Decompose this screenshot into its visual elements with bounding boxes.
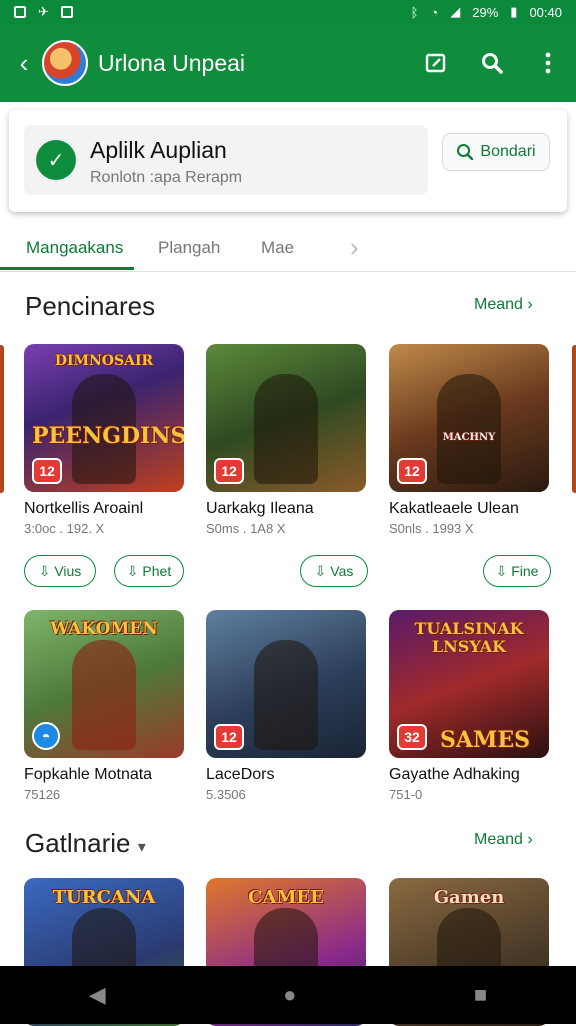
game-title: Nortkellis Aroainl xyxy=(24,500,144,517)
game-thumbnail: WAKOMEN ◓ xyxy=(24,610,184,758)
battery-icon: ▮ xyxy=(510,4,518,19)
action-pill[interactable]: ⇩ Vas xyxy=(300,555,368,587)
game-meta: 3:0oc . 192. X xyxy=(24,521,105,536)
check-icon: ✓ xyxy=(36,140,76,180)
wifi-icon: ◔ xyxy=(430,4,439,20)
game-meta: S0nls . 1993 X xyxy=(389,521,474,536)
game-meta: 5.3506 xyxy=(206,787,246,802)
app-title: Urlona Unpeai xyxy=(98,49,246,76)
game-title: Fopkahle Motnata xyxy=(24,766,153,783)
search-title: Aplilk Auplian xyxy=(90,137,227,163)
nav-home-icon[interactable]: ● xyxy=(283,982,296,1008)
tab-mangaakans[interactable]: Mangaakans xyxy=(26,238,123,258)
battery-percent: 29% xyxy=(472,4,499,20)
game-title: Uarkakg Ileana xyxy=(206,500,314,517)
age-badge: 12 xyxy=(214,724,244,750)
system-nav-bar: ◀ ● ■ xyxy=(0,966,576,1024)
section-title: Gatlnarie ▾ xyxy=(25,828,146,858)
game-card[interactable]: TUALSINAK LNSYAK SAMES 32 Gayathe Adhaki… xyxy=(389,610,549,802)
game-thumbnail: 12 xyxy=(206,610,366,758)
game-title: Kakatleaele Ulean xyxy=(389,500,519,517)
game-thumbnail: MACHNY 12 xyxy=(389,344,549,492)
tab-bar: Mangaakans Plangah Mae › xyxy=(0,222,576,272)
bluetooth-icon: ᛒ xyxy=(410,4,419,20)
search-icon[interactable] xyxy=(464,35,520,91)
search-placeholder: Ronlotn :apa Rerapm xyxy=(90,169,243,186)
download-icon: ⇩ xyxy=(314,562,331,579)
game-meta: 751-0 xyxy=(389,787,423,802)
signal-icon: ◢ xyxy=(450,4,461,19)
notification-icon xyxy=(14,6,26,18)
age-badge: 12 xyxy=(397,458,427,484)
age-badge: 12 xyxy=(32,458,62,484)
game-card[interactable]: DIMNOSAIR PEENGDINS 12 Nortkellis Aroain… xyxy=(24,344,184,536)
action-pill[interactable]: ⇩ Phet xyxy=(114,555,184,587)
search-field[interactable]: ✓ Aplilk Auplian Ronlotn :apa Rerapm xyxy=(24,125,428,195)
game-card[interactable]: WAKOMEN ◓ Fopkahle Motnata 75126 xyxy=(24,610,184,802)
scroll-edge-card xyxy=(0,345,4,493)
search-card: ✓ Aplilk Auplian Ronlotn :apa Rerapm Bon… xyxy=(9,110,567,212)
edit-icon[interactable] xyxy=(408,35,464,91)
dropdown-icon[interactable]: ▾ xyxy=(138,839,146,856)
age-badge: 32 xyxy=(397,724,427,750)
game-meta: 75126 xyxy=(24,787,61,802)
more-vert-icon[interactable] xyxy=(520,35,576,91)
app-logo xyxy=(42,40,88,86)
download-icon: ⇩ xyxy=(38,562,55,579)
action-pill[interactable]: ⇩ Vius xyxy=(24,555,96,587)
nav-back-icon[interactable]: ◀ xyxy=(89,982,106,1008)
shield-icon: ◓ xyxy=(32,722,60,750)
game-title: LaceDors xyxy=(206,766,275,783)
section-more-link[interactable]: Meand › xyxy=(474,831,533,849)
game-card[interactable]: 12 Uarkakg Ileana S0ms . 1A8 X xyxy=(206,344,366,536)
game-title: Gayathe Adhaking xyxy=(389,766,520,783)
tab-indicator xyxy=(0,267,134,270)
search-button[interactable]: Bondari xyxy=(442,133,550,171)
status-time: 00:40 xyxy=(529,4,562,20)
search-icon xyxy=(457,144,474,161)
download-icon: ⇩ xyxy=(126,562,143,579)
back-icon[interactable]: ‹ xyxy=(6,48,42,79)
game-thumbnail: 12 xyxy=(206,344,366,492)
app-bar: ‹ Urlona Unpeai xyxy=(0,24,576,102)
scroll-edge-card xyxy=(572,345,576,493)
game-thumbnail: DIMNOSAIR PEENGDINS 12 xyxy=(24,344,184,492)
wind-icon: ✈ xyxy=(38,4,49,19)
chevron-right-icon[interactable]: › xyxy=(350,232,359,263)
nav-recents-icon[interactable]: ■ xyxy=(474,982,487,1008)
game-card[interactable]: MACHNY 12 Kakatleaele Ulean S0nls . 1993… xyxy=(389,344,549,536)
search-button-label: Bondari xyxy=(480,143,536,160)
screenshot-icon xyxy=(60,6,73,18)
tab-mae[interactable]: Mae xyxy=(261,238,294,258)
game-meta: S0ms . 1A8 X xyxy=(206,521,286,536)
download-icon: ⇩ xyxy=(495,562,512,579)
game-card[interactable]: 12 LaceDors 5.3506 xyxy=(206,610,366,802)
section-title: Pencinares xyxy=(25,291,156,321)
tab-plangah[interactable]: Plangah xyxy=(158,238,220,258)
game-thumbnail: TUALSINAK LNSYAK SAMES 32 xyxy=(389,610,549,758)
age-badge: 12 xyxy=(214,458,244,484)
status-bar: ✈ ᛒ ◔ ◢ 29% ▮ 00:40 xyxy=(0,0,576,24)
action-pill[interactable]: ⇩ Fine xyxy=(483,555,551,587)
section-more-link[interactable]: Meand › xyxy=(474,296,533,314)
